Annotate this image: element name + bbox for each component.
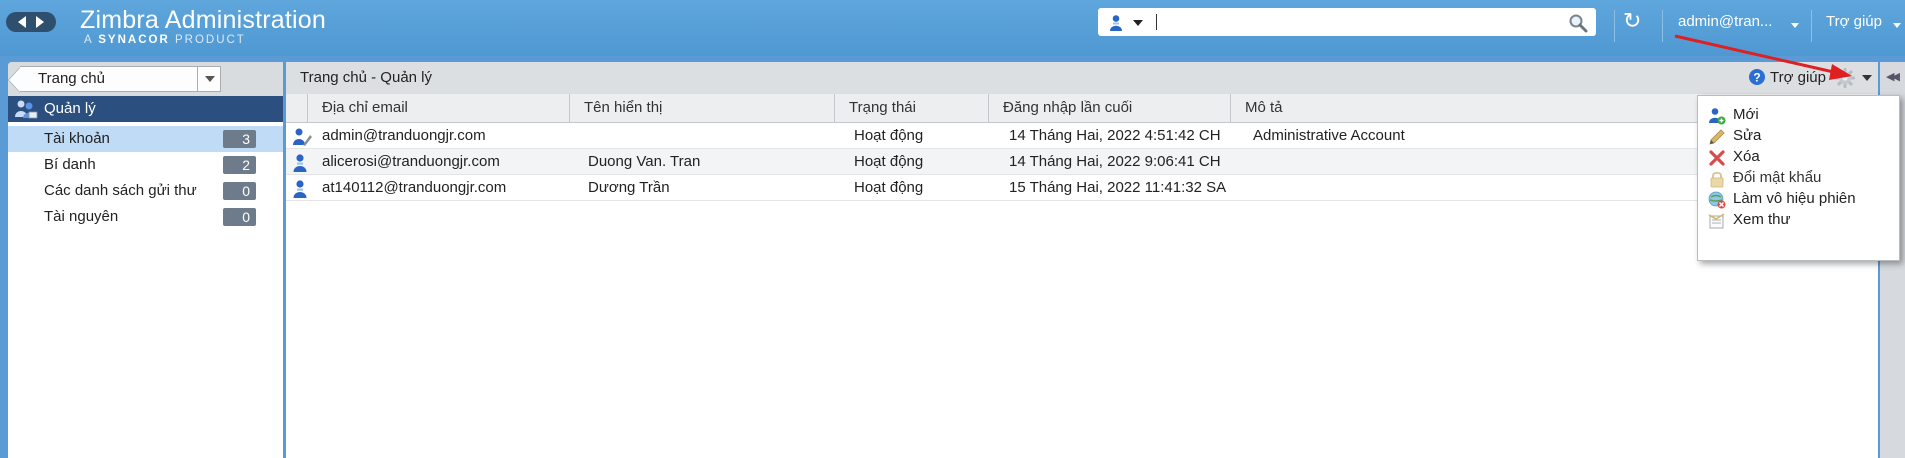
column-header-display-name[interactable]: Tên hiển thị — [570, 94, 835, 122]
content-toolbar: Trang chủ - Quản lý ? Trợ giúp — [286, 62, 1878, 94]
content-panel: Trang chủ - Quản lý ? Trợ giúp Địa chỉ e… — [286, 62, 1878, 458]
table-row[interactable]: at140112@tranduongjr.com Dương Trần Hoạt… — [286, 175, 1878, 201]
table-row[interactable]: alicerosi@tranduongjr.com Duong Van. Tra… — [286, 149, 1878, 175]
column-header-status[interactable]: Trạng thái — [835, 94, 989, 122]
header-divider — [1662, 10, 1663, 42]
sidebar-item-distribution-lists[interactable]: Các danh sách gửi thư 0 — [8, 178, 283, 204]
menu-item-view-mail[interactable]: Xem thư — [1698, 209, 1899, 233]
table-row[interactable]: admin@tranduongjr.com Hoạt động 14 Tháng… — [286, 123, 1878, 149]
chevron-down-icon — [205, 76, 215, 82]
count-badge: 3 — [223, 130, 256, 148]
sidebar-item-resources[interactable]: Tài nguyên 0 — [8, 204, 283, 230]
forward-arrow-icon[interactable] — [36, 16, 44, 28]
count-badge: 2 — [223, 156, 256, 174]
subtitle-brand: SYNACOR — [98, 34, 170, 46]
user-icon — [292, 153, 308, 177]
menu-item-label: Làm vô hiệu phiên — [1733, 190, 1856, 207]
help-menu-caret-icon[interactable] — [1893, 23, 1901, 28]
cell-status: Hoạt động — [854, 153, 924, 170]
collapse-double-arrow-icon[interactable]: ◀◀ — [1886, 70, 1900, 83]
search-input[interactable] — [1156, 14, 1157, 30]
user-menu[interactable]: admin@tran... — [1678, 13, 1772, 30]
section-header-label: Quản lý — [44, 100, 96, 117]
header-divider — [1811, 10, 1812, 42]
column-header-icon — [286, 94, 308, 122]
refresh-icon[interactable]: ↻ — [1623, 8, 1641, 34]
back-arrow-icon[interactable] — [18, 16, 26, 28]
cell-status: Hoạt động — [854, 127, 924, 144]
column-header-label: Địa chỉ email — [322, 99, 408, 116]
breadcrumb: Trang chủ - Quản lý — [300, 69, 433, 86]
sidebar-item-label: Bí danh — [44, 156, 96, 173]
help-menu[interactable]: Trợ giúp — [1826, 13, 1882, 30]
home-dropdown-button[interactable] — [197, 67, 221, 91]
header-divider — [1614, 10, 1615, 42]
search-type-caret-icon[interactable] — [1133, 20, 1143, 26]
cell-display-name: Duong Van. Tran — [588, 153, 701, 170]
cell-description: Administrative Account — [1253, 127, 1405, 144]
menu-item-label: Đổi mật khẩu — [1733, 169, 1822, 186]
gear-icon[interactable] — [1834, 67, 1856, 93]
history-nav — [6, 12, 56, 32]
user-menu-caret-icon[interactable] — [1791, 23, 1799, 28]
navigation-panel: Trang chủ Quản lý Tài khoản 3 Bí danh 2 … — [8, 62, 283, 458]
view-mail-icon — [1708, 212, 1726, 234]
column-header-label: Mô tả — [1245, 99, 1283, 116]
column-header-label: Trạng thái — [849, 99, 916, 116]
help-link[interactable]: Trợ giúp — [1770, 69, 1826, 86]
top-header: Zimbra Administration A SYNACOR PRODUCT … — [0, 0, 1905, 56]
search-box[interactable] — [1098, 8, 1596, 36]
manage-users-icon — [14, 99, 38, 123]
section-header-manage[interactable]: Quản lý — [8, 96, 283, 122]
column-header-label: Tên hiển thị — [584, 99, 663, 116]
count-badge: 0 — [223, 182, 256, 200]
cell-display-name: Dương Trần — [588, 179, 670, 196]
action-menu: Mới Sửa Xóa Đổi mật khẩu Làm vô hiệu phi… — [1697, 95, 1900, 261]
sidebar-item-aliases[interactable]: Bí danh 2 — [8, 152, 283, 178]
column-header-last-login[interactable]: Đăng nhập lần cuối — [989, 94, 1231, 122]
help-circle-icon[interactable]: ? — [1748, 68, 1766, 90]
menu-item-label: Xem thư — [1733, 211, 1791, 228]
app-title: Zimbra Administration — [80, 6, 326, 34]
cell-last-login: 14 Tháng Hai, 2022 9:06:41 CH — [1009, 153, 1221, 170]
sidebar-item-label: Tài nguyên — [44, 208, 119, 225]
cell-status: Hoạt động — [854, 179, 924, 196]
count-badge: 0 — [223, 208, 256, 226]
cell-email: alicerosi@tranduongjr.com — [322, 153, 500, 170]
table-header: Địa chỉ email Tên hiển thị Trạng thái Đă… — [286, 94, 1878, 123]
sidebar-item-label: Tài khoản — [44, 130, 110, 147]
svg-text:?: ? — [1753, 71, 1760, 85]
navigation-toolbar: Trang chủ — [8, 62, 283, 96]
user-icon — [292, 179, 308, 203]
home-dropdown-label: Trang chủ — [38, 70, 105, 87]
search-icon[interactable] — [1568, 13, 1588, 37]
app-subtitle: A SYNACOR PRODUCT — [84, 34, 246, 46]
subtitle-suffix: PRODUCT — [174, 34, 246, 46]
home-dropdown[interactable]: Trang chủ — [8, 66, 221, 93]
column-header-email[interactable]: Địa chỉ email — [308, 94, 570, 122]
cell-last-login: 15 Tháng Hai, 2022 11:41:32 SA — [1009, 179, 1227, 196]
subtitle-prefix: A — [84, 34, 94, 46]
admin-user-icon — [292, 127, 312, 151]
column-header-label: Đăng nhập lần cuối — [1003, 99, 1133, 116]
cell-email: at140112@tranduongjr.com — [322, 179, 507, 196]
menu-item-label: Xóa — [1733, 148, 1760, 165]
sidebar-item-label: Các danh sách gửi thư — [44, 182, 197, 199]
cell-email: admin@tranduongjr.com — [322, 127, 486, 144]
gear-menu-caret-icon[interactable] — [1862, 75, 1872, 81]
cell-last-login: 14 Tháng Hai, 2022 4:51:42 CH — [1009, 127, 1221, 144]
sidebar-item-accounts[interactable]: Tài khoản 3 — [8, 126, 283, 152]
search-type-user-icon[interactable] — [1108, 14, 1124, 36]
menu-item-label: Mới — [1733, 106, 1759, 123]
menu-item-label: Sửa — [1733, 127, 1762, 144]
dropdown-pointer-fill — [9, 68, 20, 92]
